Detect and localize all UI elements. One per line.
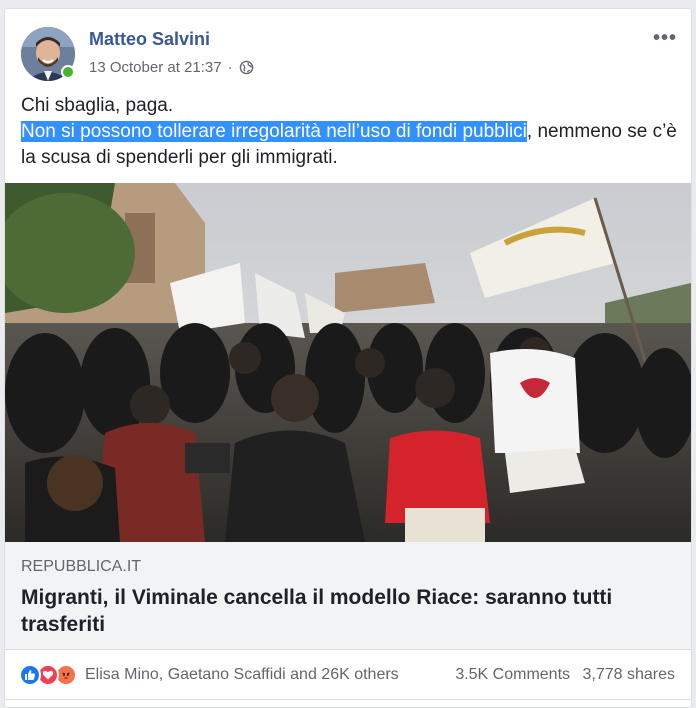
author-name[interactable]: Matteo Salvini [89, 29, 210, 50]
post-text-line1: Chi sbaglia, paga. [21, 95, 174, 116]
post-message: Chi sbaglia, paga. Non si possono toller… [21, 93, 677, 171]
meta-separator: · [227, 59, 233, 76]
selected-text: Non si possono tollerare irregolarità ne… [21, 121, 527, 142]
post-card: Matteo Salvini 13 October at 21:37 · •••… [4, 8, 692, 708]
author-avatar-link[interactable] [21, 27, 75, 81]
reaction-names[interactable]: Elisa Mino, Gaetano Scaffidi and 26K oth… [85, 666, 399, 684]
comments-count[interactable]: 3.5K Comments [455, 666, 570, 683]
link-preview-image[interactable] [5, 183, 691, 542]
post-timestamp[interactable]: 13 October at 21:37 [89, 59, 222, 76]
like-icon [19, 664, 41, 686]
online-status-dot [61, 65, 75, 79]
engagement-counts: 3.5K Comments 3,778 shares [447, 666, 675, 684]
reactions-summary[interactable]: Elisa Mino, Gaetano Scaffidi and 26K oth… [19, 664, 399, 686]
link-domain: REPUBBLICA.IT [21, 558, 142, 575]
link-headline[interactable]: Migranti, il Viminale cancella il modell… [21, 584, 671, 638]
more-options-icon[interactable]: ••• [653, 28, 677, 48]
shares-count[interactable]: 3,778 shares [582, 666, 675, 683]
post-meta: 13 October at 21:37 · [89, 59, 254, 76]
post-text-body: Non si possono tollerare irregolarità ne… [21, 119, 677, 171]
link-preview[interactable]: REPUBBLICA.IT Migranti, il Viminale canc… [5, 542, 691, 650]
post-header: Matteo Salvini 13 October at 21:37 · ••• [19, 25, 677, 83]
protest-photo [5, 183, 691, 542]
engagement-bar: Elisa Mino, Gaetano Scaffidi and 26K oth… [5, 650, 691, 700]
globe-icon[interactable] [239, 60, 254, 75]
